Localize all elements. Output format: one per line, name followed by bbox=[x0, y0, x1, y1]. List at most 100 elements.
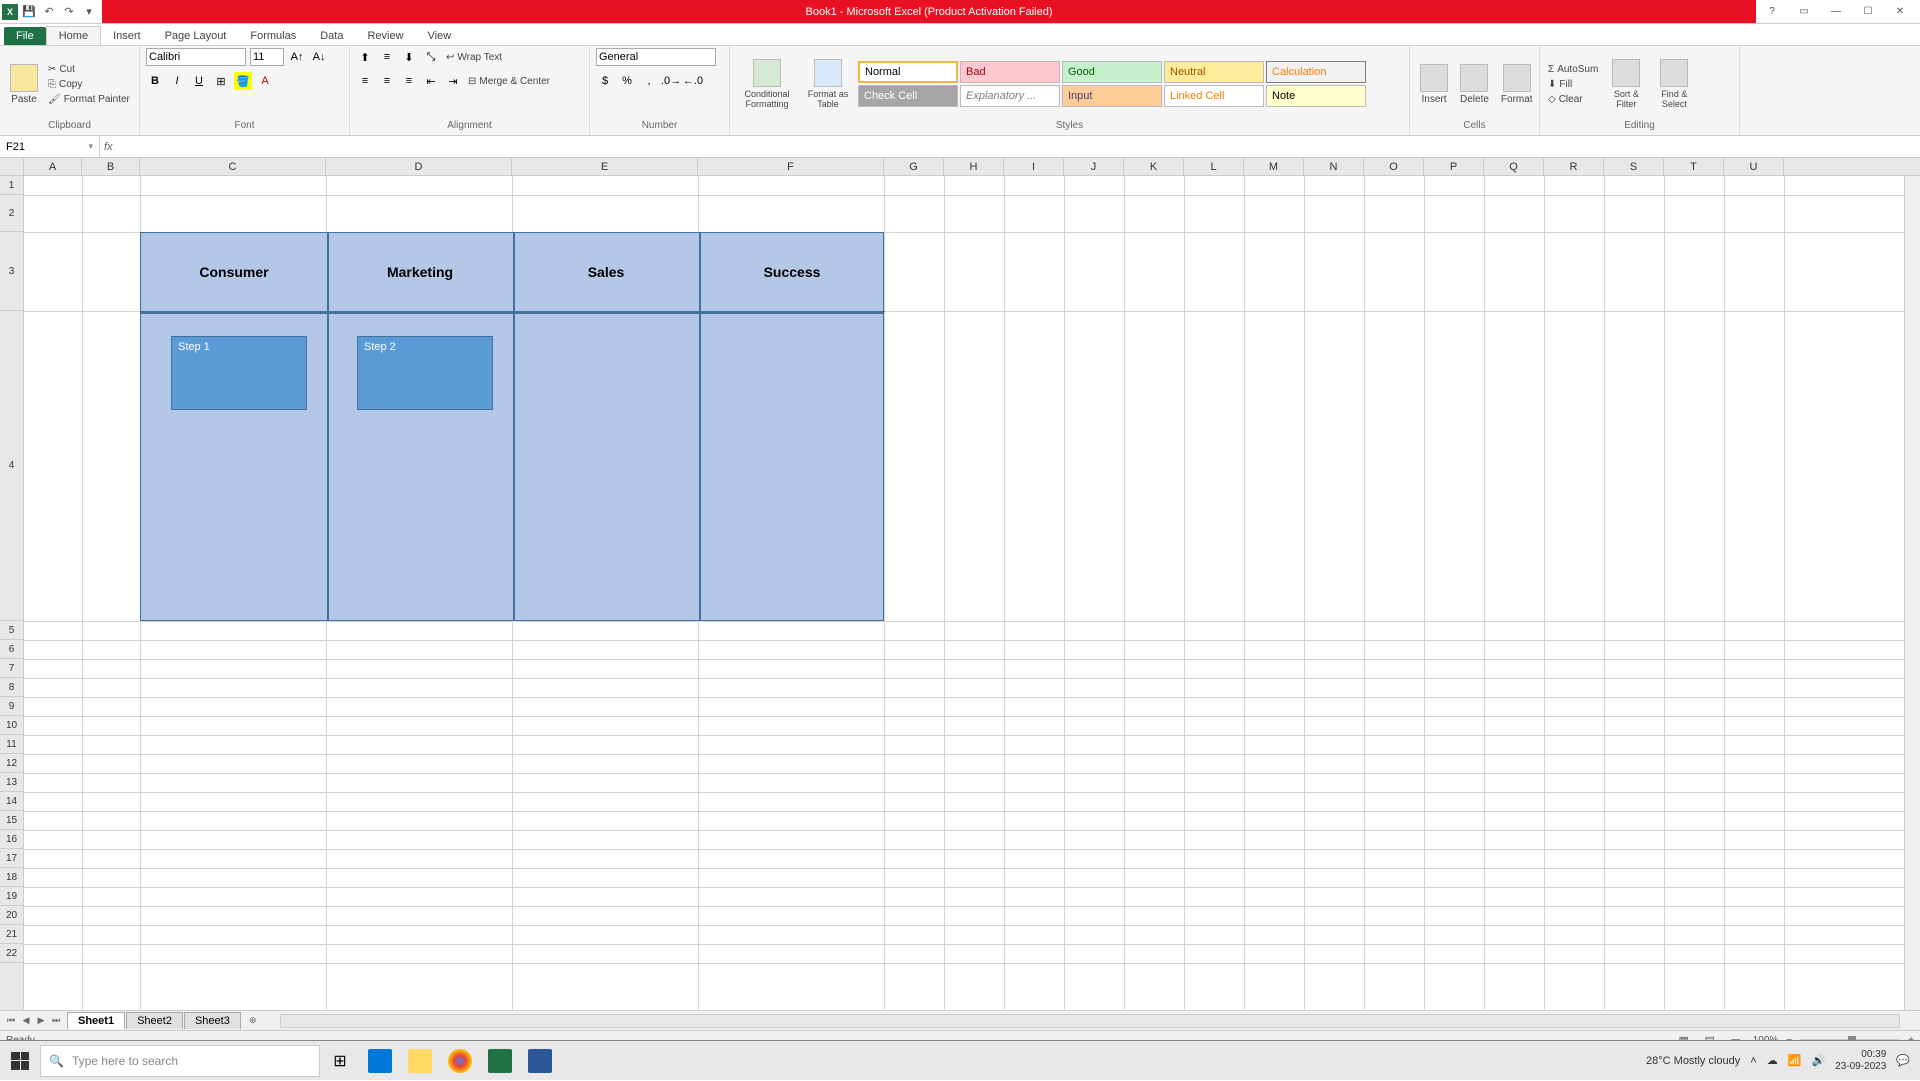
col-header-F[interactable]: F bbox=[698, 158, 884, 175]
paste-button[interactable]: Paste bbox=[6, 62, 42, 107]
formula-input[interactable] bbox=[119, 141, 1920, 153]
taskbar-edge-icon[interactable] bbox=[362, 1043, 398, 1079]
border-button[interactable]: ⊞ bbox=[212, 72, 230, 90]
row-header-14[interactable]: 14 bbox=[0, 792, 23, 811]
col-header-U[interactable]: U bbox=[1724, 158, 1784, 175]
close-icon[interactable]: ✕ bbox=[1888, 3, 1912, 21]
style-input[interactable]: Input bbox=[1062, 85, 1162, 107]
taskbar-explorer-icon[interactable] bbox=[402, 1043, 438, 1079]
task-view-icon[interactable]: ⊞ bbox=[322, 1043, 358, 1079]
sheet-nav-prev-icon[interactable]: ◀ bbox=[19, 1014, 33, 1028]
style-check-cell[interactable]: Check Cell bbox=[858, 85, 958, 107]
align-top-icon[interactable]: ⬆ bbox=[356, 48, 374, 66]
step-box-step-1[interactable]: Step 1 bbox=[171, 336, 307, 410]
col-header-A[interactable]: A bbox=[24, 158, 82, 175]
find-select-button[interactable]: Find & Select bbox=[1652, 57, 1696, 111]
font-name-select[interactable] bbox=[146, 48, 246, 66]
row-header-5[interactable]: 5 bbox=[0, 621, 23, 640]
row-header-13[interactable]: 13 bbox=[0, 773, 23, 792]
vertical-scrollbar[interactable] bbox=[1904, 176, 1920, 1010]
row-header-12[interactable]: 12 bbox=[0, 754, 23, 773]
tab-review[interactable]: Review bbox=[355, 27, 415, 45]
row-header-22[interactable]: 22 bbox=[0, 944, 23, 963]
font-color-button[interactable]: A bbox=[256, 72, 274, 90]
decrease-decimal-icon[interactable]: ←.0 bbox=[684, 72, 702, 90]
minimize-icon[interactable]: — bbox=[1824, 3, 1848, 21]
taskbar-chrome-icon[interactable] bbox=[442, 1043, 478, 1079]
row-header-3[interactable]: 3 bbox=[0, 232, 23, 311]
format-cells-button[interactable]: Format bbox=[1497, 62, 1537, 107]
italic-button[interactable]: I bbox=[168, 72, 186, 90]
tab-page-layout[interactable]: Page Layout bbox=[153, 27, 239, 45]
copy-button[interactable]: ⎘Copy bbox=[46, 78, 132, 91]
tab-data[interactable]: Data bbox=[308, 27, 355, 45]
style-calculation[interactable]: Calculation bbox=[1266, 61, 1366, 83]
start-button[interactable] bbox=[0, 1041, 40, 1081]
weather-widget[interactable]: 28°C Mostly cloudy bbox=[1646, 1055, 1740, 1067]
row-header-8[interactable]: 8 bbox=[0, 678, 23, 697]
style-explanatory[interactable]: Explanatory ... bbox=[960, 85, 1060, 107]
col-header-R[interactable]: R bbox=[1544, 158, 1604, 175]
tray-onedrive-icon[interactable]: ☁ bbox=[1767, 1054, 1778, 1067]
notifications-icon[interactable]: 💬 bbox=[1896, 1054, 1910, 1067]
redo-icon[interactable]: ↷ bbox=[60, 3, 78, 21]
step-box-step-2[interactable]: Step 2 bbox=[357, 336, 493, 410]
ribbon-options-icon[interactable]: ▭ bbox=[1792, 3, 1816, 21]
col-header-P[interactable]: P bbox=[1424, 158, 1484, 175]
row-header-2[interactable]: 2 bbox=[0, 195, 23, 232]
tray-network-icon[interactable]: 📶 bbox=[1788, 1054, 1802, 1067]
row-header-18[interactable]: 18 bbox=[0, 868, 23, 887]
align-right-icon[interactable]: ≡ bbox=[400, 72, 418, 90]
undo-icon[interactable]: ↶ bbox=[40, 3, 58, 21]
save-icon[interactable]: 💾 bbox=[20, 3, 38, 21]
col-header-D[interactable]: D bbox=[326, 158, 512, 175]
sheet-tab-2[interactable]: Sheet2 bbox=[126, 1012, 183, 1029]
select-all-corner[interactable] bbox=[0, 158, 24, 175]
qat-dropdown-icon[interactable]: ▾ bbox=[80, 3, 98, 21]
cells-area[interactable]: ConsumerMarketingSalesSuccessStep 1Step … bbox=[24, 176, 1920, 1010]
row-header-1[interactable]: 1 bbox=[0, 176, 23, 195]
col-header-J[interactable]: J bbox=[1064, 158, 1124, 175]
align-left-icon[interactable]: ≡ bbox=[356, 72, 374, 90]
percent-format-icon[interactable]: % bbox=[618, 72, 636, 90]
row-header-19[interactable]: 19 bbox=[0, 887, 23, 906]
sheet-nav-last-icon[interactable]: ⏭ bbox=[49, 1014, 63, 1028]
wrap-text-button[interactable]: ↩Wrap Text bbox=[444, 51, 504, 64]
tray-volume-icon[interactable]: 🔊 bbox=[1811, 1054, 1825, 1067]
align-bottom-icon[interactable]: ⬇ bbox=[400, 48, 418, 66]
row-header-21[interactable]: 21 bbox=[0, 925, 23, 944]
taskbar-word-icon[interactable] bbox=[522, 1043, 558, 1079]
swimlane-diagram[interactable]: ConsumerMarketingSalesSuccessStep 1Step … bbox=[140, 232, 884, 621]
col-header-K[interactable]: K bbox=[1124, 158, 1184, 175]
delete-cells-button[interactable]: Delete bbox=[1456, 62, 1493, 107]
style-note[interactable]: Note bbox=[1266, 85, 1366, 107]
taskbar-excel-icon[interactable] bbox=[482, 1043, 518, 1079]
col-header-S[interactable]: S bbox=[1604, 158, 1664, 175]
accounting-format-icon[interactable]: $ bbox=[596, 72, 614, 90]
bold-button[interactable]: B bbox=[146, 72, 164, 90]
tab-insert[interactable]: Insert bbox=[101, 27, 153, 45]
help-icon[interactable]: ? bbox=[1760, 3, 1784, 21]
row-header-11[interactable]: 11 bbox=[0, 735, 23, 754]
style-normal[interactable]: Normal bbox=[858, 61, 958, 83]
col-header-I[interactable]: I bbox=[1004, 158, 1064, 175]
col-header-N[interactable]: N bbox=[1304, 158, 1364, 175]
new-sheet-icon[interactable]: ⊕ bbox=[246, 1014, 260, 1028]
row-header-15[interactable]: 15 bbox=[0, 811, 23, 830]
row-header-17[interactable]: 17 bbox=[0, 849, 23, 868]
row-header-20[interactable]: 20 bbox=[0, 906, 23, 925]
col-header-Q[interactable]: Q bbox=[1484, 158, 1544, 175]
sort-filter-button[interactable]: Sort & Filter bbox=[1604, 57, 1648, 111]
increase-font-icon[interactable]: A↑ bbox=[288, 48, 306, 66]
orientation-icon[interactable]: ⤡ bbox=[422, 48, 440, 66]
increase-decimal-icon[interactable]: .0→ bbox=[662, 72, 680, 90]
underline-button[interactable]: U bbox=[190, 72, 208, 90]
row-header-16[interactable]: 16 bbox=[0, 830, 23, 849]
col-header-B[interactable]: B bbox=[82, 158, 140, 175]
col-header-H[interactable]: H bbox=[944, 158, 1004, 175]
col-header-C[interactable]: C bbox=[140, 158, 326, 175]
font-size-select[interactable] bbox=[250, 48, 284, 66]
align-center-icon[interactable]: ≡ bbox=[378, 72, 396, 90]
row-header-9[interactable]: 9 bbox=[0, 697, 23, 716]
row-header-7[interactable]: 7 bbox=[0, 659, 23, 678]
